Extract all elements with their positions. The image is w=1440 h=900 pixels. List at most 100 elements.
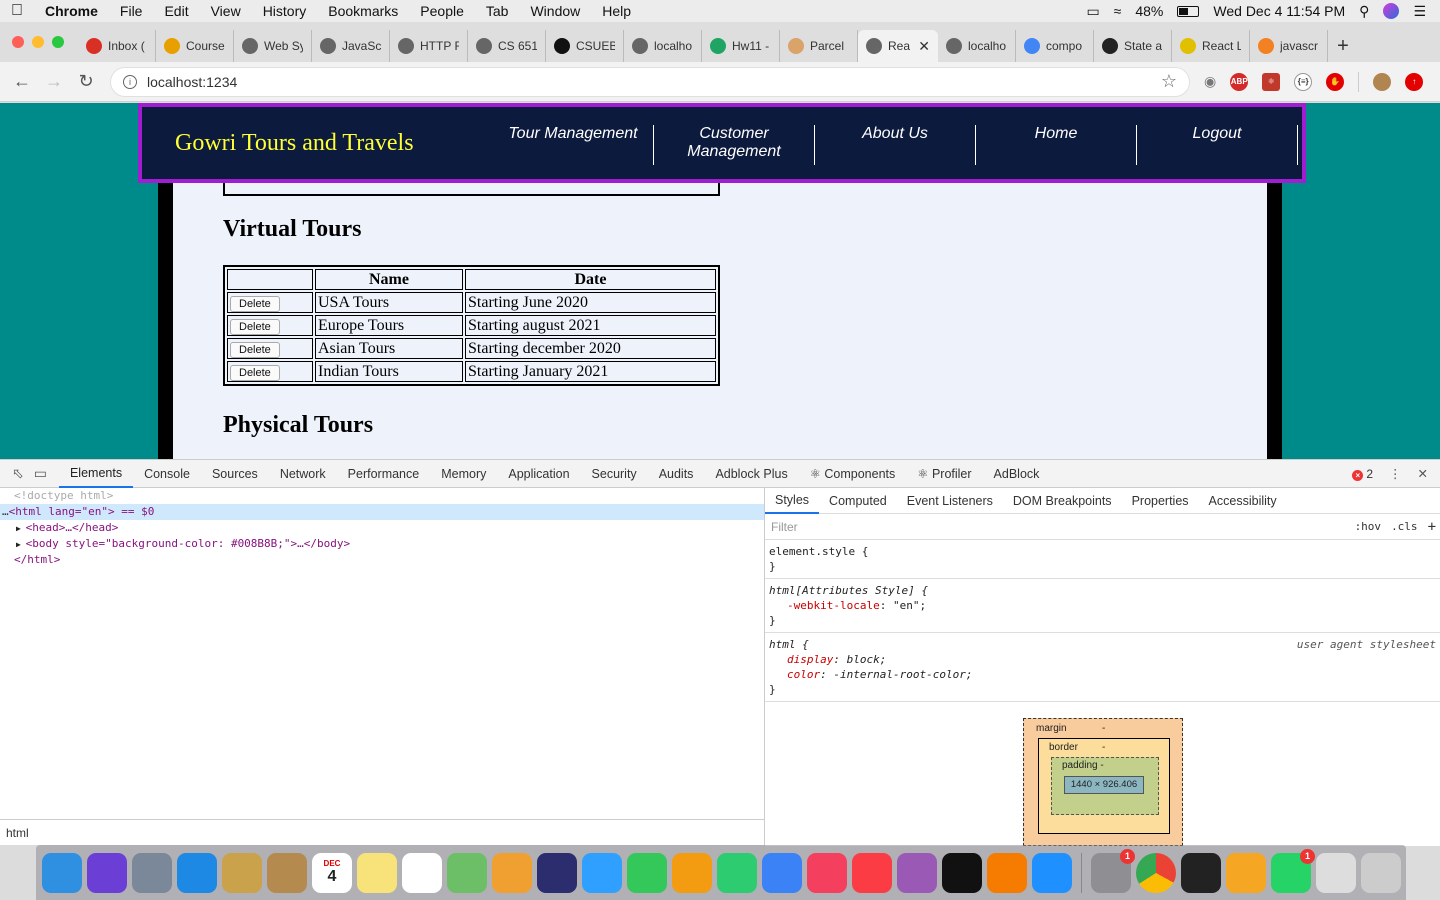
dock-app-store-icon[interactable]	[1032, 852, 1072, 893]
rule-property[interactable]: -webkit-locale	[787, 599, 880, 612]
box-model-border-value[interactable]: -	[1102, 742, 1105, 753]
devtools-tab[interactable]: ⚛ Profiler	[906, 460, 982, 488]
browser-tab[interactable]: javascr	[1250, 30, 1328, 62]
nav-logout[interactable]: Logout	[1137, 125, 1298, 165]
browser-tab[interactable]: Inbox (	[78, 30, 156, 62]
browser-tab[interactable]: React L	[1172, 30, 1250, 62]
delete-button[interactable]: Delete	[230, 318, 280, 335]
reload-icon[interactable]: ↻	[70, 71, 102, 92]
browser-tab[interactable]: Web Sy	[234, 30, 312, 62]
devtools-tab[interactable]: AdBlock	[983, 460, 1051, 488]
dock-system-preferences-icon[interactable]: 1	[1091, 848, 1135, 893]
dock-podcasts-icon[interactable]	[897, 852, 937, 893]
dock-messages-icon[interactable]	[582, 852, 622, 893]
dock-facetime-icon[interactable]	[627, 852, 667, 893]
new-rule-plus-icon[interactable]: +	[1428, 519, 1436, 535]
nav-tour-management[interactable]: Tour Management	[493, 125, 654, 165]
menu-tab[interactable]: Tab	[475, 3, 520, 19]
browser-tab[interactable]: JavaSc	[312, 30, 390, 62]
camera-icon[interactable]: ◉	[1204, 73, 1216, 90]
styles-subtab[interactable]: Properties	[1122, 488, 1199, 514]
dock-chrome-icon[interactable]	[1136, 852, 1176, 893]
devtools-tab[interactable]: ⚛ Components	[799, 460, 907, 488]
menu-history[interactable]: History	[252, 3, 318, 19]
json-viewer-icon[interactable]: {≡}	[1294, 72, 1313, 91]
rule-element-style[interactable]: element.style { }	[765, 540, 1440, 579]
menu-bookmarks[interactable]: Bookmarks	[317, 3, 409, 19]
nav-about-us[interactable]: About Us	[815, 125, 976, 165]
browser-tab[interactable]: HTTP F	[390, 30, 468, 62]
site-info-icon[interactable]: i	[123, 74, 137, 89]
dock-safari-icon[interactable]	[177, 852, 217, 893]
more-options-icon[interactable]: ⋮	[1389, 466, 1402, 481]
dock-numbers-icon[interactable]	[717, 852, 757, 893]
delete-button[interactable]: Delete	[230, 341, 280, 358]
menu-app-name[interactable]: Chrome	[34, 3, 109, 19]
devtools-tab[interactable]: Audits	[648, 460, 705, 488]
browser-tab[interactable]: Rea ✕	[858, 30, 938, 62]
bookmark-star-icon[interactable]: ☆	[1161, 71, 1177, 92]
class-toggle[interactable]: .cls	[1391, 520, 1418, 533]
close-devtools-icon[interactable]: ✕	[1418, 466, 1428, 481]
menu-view[interactable]: View	[200, 3, 252, 19]
browser-tab[interactable]: Parcel	[780, 30, 858, 62]
forward-arrow-icon[interactable]: →	[38, 71, 70, 92]
devtools-tab[interactable]: Adblock Plus	[704, 460, 798, 488]
dock-pages-icon[interactable]	[672, 852, 712, 893]
dock-archive-icon[interactable]	[1316, 852, 1356, 893]
styles-subtab[interactable]: Event Listeners	[897, 488, 1003, 514]
browser-tab[interactable]: CS 651	[468, 30, 546, 62]
nav-home[interactable]: Home	[976, 125, 1137, 165]
dock-keynote-icon[interactable]	[762, 852, 802, 893]
dom-breadcrumb[interactable]: html	[0, 819, 764, 845]
dock-sublime-text-icon[interactable]	[1226, 852, 1266, 893]
styles-filter-input[interactable]: Filter	[769, 519, 1345, 534]
site-brand[interactable]: Gowri Tours and Travels	[175, 130, 493, 157]
dock-photos-icon[interactable]	[492, 852, 532, 893]
delete-button[interactable]: Delete	[230, 364, 280, 381]
dock-mail-icon[interactable]	[222, 852, 262, 893]
device-toolbar-icon[interactable]: ▭	[34, 465, 47, 482]
devtools-tab[interactable]: Elements	[58, 460, 134, 488]
box-model-margin-value[interactable]: -	[1102, 723, 1105, 734]
devtools-tab[interactable]: Console	[133, 460, 201, 488]
close-window-button[interactable]	[12, 36, 24, 48]
dock-maps-icon[interactable]	[447, 852, 487, 893]
react-extension-icon[interactable]: ⚛	[1262, 72, 1281, 91]
inspect-element-icon[interactable]: ⬁	[12, 465, 24, 482]
menu-people[interactable]: People	[409, 3, 475, 19]
devtools-tab[interactable]: Sources	[201, 460, 269, 488]
dock-launchpad-icon[interactable]	[132, 852, 172, 893]
browser-tab[interactable]: compo	[1016, 30, 1094, 62]
styles-subtab[interactable]: DOM Breakpoints	[1003, 488, 1122, 514]
styles-subtab[interactable]: Accessibility	[1199, 488, 1287, 514]
dom-head-node[interactable]: ▶ <head>…</head>	[0, 520, 764, 536]
dock-news-icon[interactable]	[807, 852, 847, 893]
dock-whatsapp-icon[interactable]: 1	[1271, 848, 1315, 893]
siri-icon[interactable]	[1383, 3, 1400, 19]
dom-html-close[interactable]: </html>	[0, 552, 764, 568]
close-tab-icon[interactable]: ✕	[918, 38, 930, 55]
new-tab-button[interactable]: +	[1328, 30, 1358, 62]
menu-help[interactable]: Help	[591, 3, 642, 19]
notification-center-icon[interactable]: ☰	[1413, 3, 1426, 20]
dock-reminders-icon[interactable]	[402, 852, 442, 893]
spotlight-search-icon[interactable]: ⚲	[1359, 3, 1369, 20]
browser-tab[interactable]: Course	[156, 30, 234, 62]
delete-button[interactable]: Delete	[230, 295, 280, 312]
dock-books-icon[interactable]	[987, 852, 1027, 893]
rule-html-user-agent[interactable]: html { user agent stylesheet display: bl…	[765, 633, 1440, 702]
dock-eclipse-icon[interactable]	[537, 852, 577, 893]
profile-avatar[interactable]	[1373, 72, 1392, 91]
dock-music-icon[interactable]	[852, 852, 892, 893]
browser-tab[interactable]: State a	[1094, 30, 1172, 62]
browser-tab[interactable]: CSUEB	[546, 30, 624, 62]
box-model-content[interactable]: 1440 × 926.406	[1064, 776, 1144, 794]
styles-subtab[interactable]: Styles	[765, 488, 820, 514]
dom-html-node[interactable]: …<html lang="en"> == $0	[0, 504, 764, 520]
browser-tab[interactable]: localho	[624, 30, 702, 62]
dom-body-node[interactable]: ▶ <body style="background-color: #008B8B…	[0, 536, 764, 552]
menubar-clock[interactable]: Wed Dec 4 11:54 PM	[1213, 3, 1345, 19]
update-arrow-icon[interactable]: ↑	[1405, 72, 1424, 91]
maximize-window-button[interactable]	[52, 36, 64, 48]
